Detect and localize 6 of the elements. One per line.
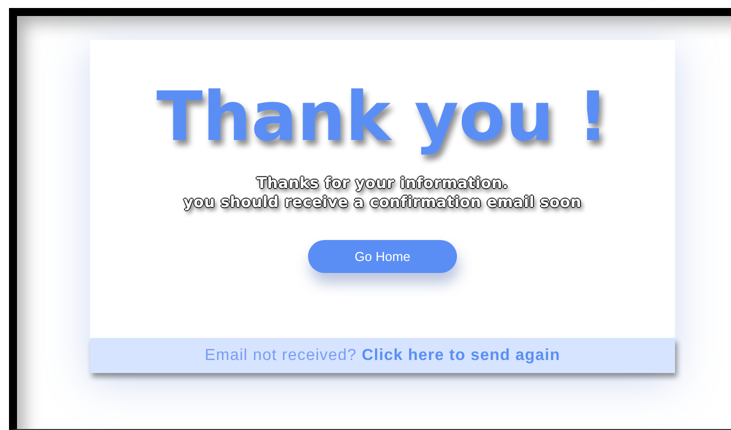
message-line: Thanks for your information.	[256, 174, 508, 193]
message-line: you should receive a confirmation email soon	[183, 193, 582, 212]
resend-message: Email not received? Click here to send again	[204, 346, 560, 364]
heading: Thank you !	[156, 78, 609, 158]
go-home-button[interactable]: Go Home	[308, 240, 457, 273]
resend-link[interactable]: Click here to send again	[362, 346, 560, 364]
